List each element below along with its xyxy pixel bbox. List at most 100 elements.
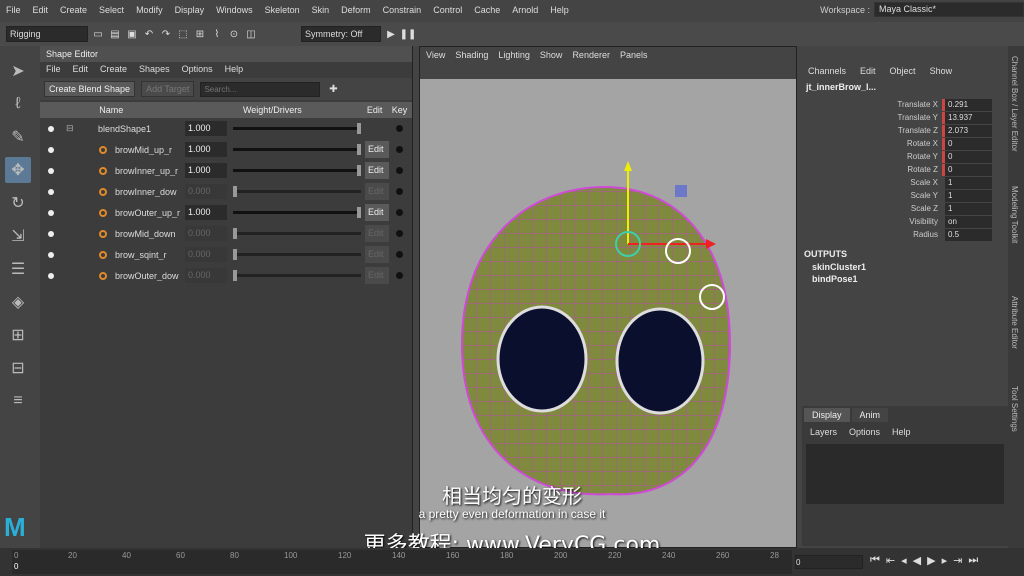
expand-icon[interactable]: ⊟ bbox=[66, 123, 74, 134]
shape-editor-menu-help[interactable]: Help bbox=[225, 64, 244, 76]
weight-value-field[interactable]: 0.000 bbox=[185, 184, 227, 199]
redo-icon[interactable]: ↷ bbox=[159, 27, 173, 41]
play-icon[interactable]: ▶ bbox=[384, 27, 398, 41]
channel-attr-value[interactable]: 2.073 bbox=[942, 124, 992, 137]
keyframe-icon[interactable] bbox=[396, 125, 403, 132]
menu-file[interactable]: File bbox=[0, 5, 27, 15]
viewport-menu-view[interactable]: View bbox=[426, 50, 445, 62]
channel-attr-row[interactable]: Rotate X 0 bbox=[802, 137, 1008, 150]
channel-menu-object[interactable]: Object bbox=[890, 66, 916, 76]
channel-attr-value[interactable]: 0 bbox=[942, 150, 992, 163]
edit-button[interactable]: Edit bbox=[365, 162, 389, 179]
channel-attr-value[interactable]: 0.5 bbox=[942, 228, 992, 241]
keyframe-icon[interactable] bbox=[396, 251, 403, 258]
viewport-menu-lighting[interactable]: Lighting bbox=[498, 50, 530, 62]
keyframe-icon[interactable] bbox=[396, 230, 403, 237]
weight-value-field[interactable]: 1.000 bbox=[185, 205, 227, 220]
new-scene-icon[interactable]: ▭ bbox=[91, 27, 105, 41]
keyframe-icon[interactable] bbox=[396, 167, 403, 174]
channel-attr-value[interactable]: 0.291 bbox=[942, 98, 992, 111]
channel-attr-row[interactable]: Rotate Y 0 bbox=[802, 150, 1008, 163]
shape-row[interactable]: browInner_up_r 1.000 Edit bbox=[40, 160, 412, 181]
channel-menu-show[interactable]: Show bbox=[930, 66, 953, 76]
channel-attr-value[interactable]: 1 bbox=[942, 189, 992, 202]
workspace-dropdown[interactable]: Maya Classic* bbox=[874, 2, 1024, 17]
channel-attr-value[interactable]: 0 bbox=[942, 163, 992, 176]
shape-row[interactable]: browOuter_up_r 1.000 Edit bbox=[40, 202, 412, 223]
viewport-menu-renderer[interactable]: Renderer bbox=[572, 50, 610, 62]
save-scene-icon[interactable]: ▣ bbox=[125, 27, 139, 41]
workspace-selector[interactable]: Workspace : Maya Classic* bbox=[820, 2, 1024, 17]
channel-attr-row[interactable]: Radius 0.5 bbox=[802, 228, 1008, 241]
keyframe-icon[interactable] bbox=[396, 188, 403, 195]
weight-value-field[interactable]: 0.000 bbox=[185, 247, 227, 262]
menu-skeleton[interactable]: Skeleton bbox=[259, 5, 306, 15]
step-forward-key-icon[interactable]: ⇥ bbox=[953, 554, 962, 567]
channel-attr-value[interactable]: 13.937 bbox=[942, 111, 992, 124]
visibility-toggle-icon[interactable] bbox=[48, 209, 54, 216]
viewport-menu-show[interactable]: Show bbox=[540, 50, 563, 62]
tab-anim[interactable]: Anim bbox=[851, 408, 889, 422]
channel-attr-row[interactable]: Scale Y 1 bbox=[802, 189, 1008, 202]
visibility-toggle-icon[interactable] bbox=[48, 230, 54, 237]
channel-attr-value[interactable]: 1 bbox=[942, 176, 992, 189]
shape-row[interactable]: browMid_down 0.000 Edit bbox=[40, 223, 412, 244]
weight-slider[interactable] bbox=[233, 123, 361, 134]
menu-control[interactable]: Control bbox=[427, 5, 468, 15]
visibility-toggle-icon[interactable] bbox=[48, 188, 54, 195]
create-blend-shape-button[interactable]: Create Blend Shape bbox=[44, 81, 136, 97]
viewport-panel[interactable]: View Shading Lighting Show Renderer Panels bbox=[419, 46, 797, 548]
weight-value-field[interactable]: 1.000 bbox=[185, 121, 227, 136]
channel-menu-edit[interactable]: Edit bbox=[860, 66, 876, 76]
side-tab[interactable]: Attribute Editor bbox=[1010, 296, 1019, 349]
layer-menu-layers[interactable]: Layers bbox=[810, 427, 837, 437]
lasso-tool-icon[interactable]: ℓ bbox=[5, 91, 31, 117]
weight-slider[interactable] bbox=[233, 186, 361, 197]
weight-slider-handle[interactable] bbox=[357, 165, 361, 176]
channel-attr-row[interactable]: Scale Z 1 bbox=[802, 202, 1008, 215]
tab-display[interactable]: Display bbox=[804, 408, 850, 422]
channel-attr-row[interactable]: Translate Z 2.073 bbox=[802, 124, 1008, 137]
weight-slider-handle[interactable] bbox=[233, 186, 237, 197]
shape-editor-menu-create[interactable]: Create bbox=[100, 64, 127, 76]
channel-attr-value[interactable]: 1 bbox=[942, 202, 992, 215]
menu-constrain[interactable]: Constrain bbox=[377, 5, 428, 15]
weight-slider[interactable] bbox=[233, 144, 361, 155]
weight-value-field[interactable]: 0.000 bbox=[185, 268, 227, 283]
output-node[interactable]: skinCluster1 bbox=[802, 261, 1008, 273]
shape-row[interactable]: ⊟ blendShape1 1.000 bbox=[40, 118, 412, 139]
edit-button[interactable]: Edit bbox=[365, 141, 389, 158]
menu-deform[interactable]: Deform bbox=[335, 5, 377, 15]
menu-cache[interactable]: Cache bbox=[468, 5, 506, 15]
step-back-key-icon[interactable]: ⇤ bbox=[886, 554, 895, 567]
weight-slider-handle[interactable] bbox=[233, 228, 237, 239]
symmetry-dropdown[interactable]: Symmetry: Off bbox=[301, 26, 381, 42]
menu-display[interactable]: Display bbox=[169, 5, 211, 15]
layout-list-icon[interactable]: ≡ bbox=[5, 388, 31, 414]
side-tab[interactable]: Tool Settings bbox=[1010, 386, 1019, 432]
play-forward-icon[interactable]: ▶ bbox=[927, 554, 935, 567]
menu-windows[interactable]: Windows bbox=[210, 5, 259, 15]
snap-point-icon[interactable]: ⊙ bbox=[227, 27, 241, 41]
channel-attr-row[interactable]: Visibility on bbox=[802, 215, 1008, 228]
menu-edit[interactable]: Edit bbox=[27, 5, 55, 15]
menu-modify[interactable]: Modify bbox=[130, 5, 169, 15]
undo-icon[interactable]: ↶ bbox=[142, 27, 156, 41]
snap-curve-icon[interactable]: ⌇ bbox=[210, 27, 224, 41]
channel-attr-row[interactable]: Translate Y 13.937 bbox=[802, 111, 1008, 124]
output-node[interactable]: bindPose1 bbox=[802, 273, 1008, 285]
channel-menu-channels[interactable]: Channels bbox=[808, 66, 846, 76]
pause-icon[interactable]: ❚❚ bbox=[400, 27, 417, 41]
shape-editor-menu-file[interactable]: File bbox=[46, 64, 61, 76]
current-frame-field[interactable] bbox=[795, 555, 863, 569]
weight-value-field[interactable]: 0.000 bbox=[185, 226, 227, 241]
layout-two-icon[interactable]: ⊟ bbox=[5, 355, 31, 381]
select-tool-icon[interactable]: ➤ bbox=[5, 58, 31, 84]
edit-button[interactable]: Edit bbox=[365, 225, 389, 242]
keyframe-icon[interactable] bbox=[396, 209, 403, 216]
select-hierarchy-icon[interactable]: ⬚ bbox=[176, 27, 190, 41]
step-forward-icon[interactable]: ▸ bbox=[942, 554, 948, 567]
visibility-toggle-icon[interactable] bbox=[48, 125, 54, 132]
menu-create[interactable]: Create bbox=[54, 5, 93, 15]
layer-menu-help[interactable]: Help bbox=[892, 427, 911, 437]
